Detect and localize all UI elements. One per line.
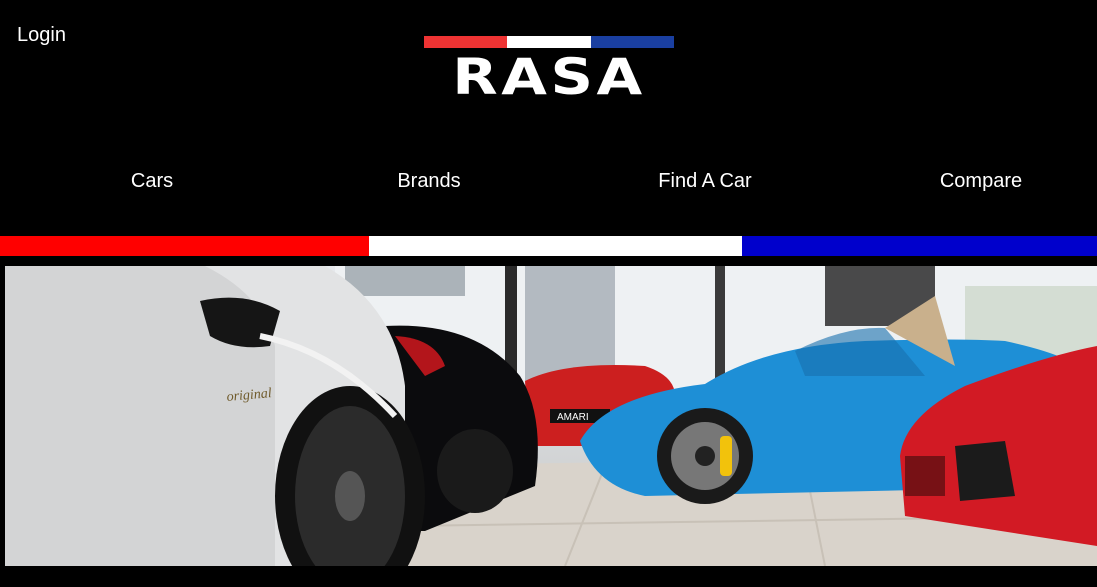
- logo-stripe-red: [424, 36, 508, 48]
- showroom-illustration: AMARI original: [5, 266, 1097, 566]
- nav-item-brands[interactable]: Brands: [397, 170, 460, 193]
- license-plate-text: AMARI: [557, 412, 589, 423]
- flag-bar-white: [369, 236, 742, 256]
- nav-item-find-a-car[interactable]: Find A Car: [658, 170, 751, 193]
- nav-item-cars[interactable]: Cars: [131, 170, 173, 193]
- main-nav: Cars Brands Find A Car Compare: [0, 170, 1097, 202]
- logo-stripe-white: [507, 36, 591, 48]
- flag-bar-red: [0, 236, 369, 256]
- logo-text: RASA: [452, 48, 646, 106]
- hero-showroom-image: AMARI original: [5, 266, 1097, 566]
- page: Login RASA Cars Brands Find A Car Compar…: [0, 0, 1097, 587]
- logo-stripe-blue: [590, 36, 674, 48]
- nav-item-compare[interactable]: Compare: [940, 170, 1022, 193]
- flag-color-bar: [0, 236, 1097, 256]
- flag-bar-blue: [742, 236, 1097, 256]
- logo-stripes: [424, 36, 674, 48]
- login-link[interactable]: Login: [17, 24, 66, 47]
- rasa-logo[interactable]: RASA: [424, 36, 674, 104]
